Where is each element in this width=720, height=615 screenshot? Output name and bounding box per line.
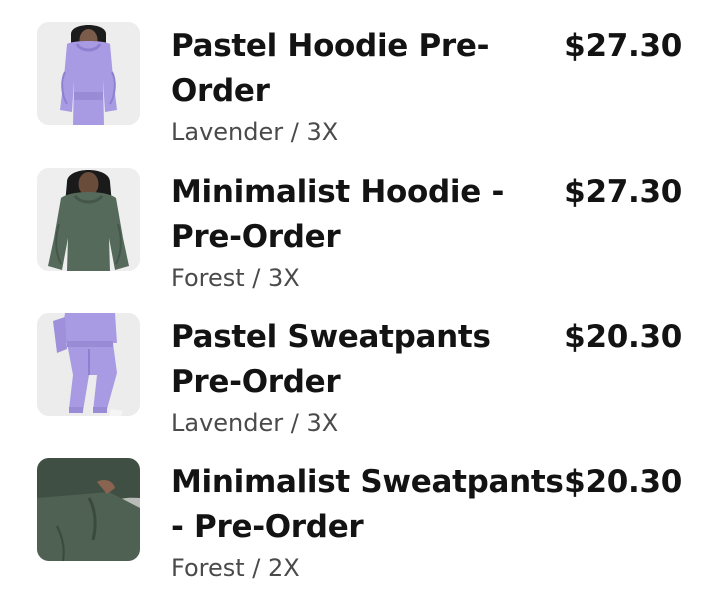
line-item-pastel-hoodie[interactable]: Pastel Hoodie Pre- Order Lavender / 3X $…: [0, 22, 720, 167]
product-variant: Lavender / 3X: [171, 118, 339, 146]
product-title-line-1: Pastel Hoodie Pre-: [171, 28, 490, 64]
product-title[interactable]: Minimalist Sweatpants - Pre-Order: [171, 460, 564, 550]
lavender-sweatpants-image[interactable]: [37, 313, 140, 416]
forest-hoodie-image[interactable]: [37, 168, 140, 271]
product-title[interactable]: Minimalist Hoodie - Pre-Order: [171, 170, 541, 260]
lavender-hoodie-image[interactable]: [37, 22, 140, 125]
lavender-hoodie-photo-icon: [37, 22, 140, 125]
product-variant: Forest / 3X: [171, 264, 300, 292]
line-item-pastel-sweatpants[interactable]: Pastel Sweatpants Pre-Order Lavender / 3…: [0, 313, 720, 458]
product-title-line-2: Pre-Order: [171, 364, 341, 400]
forest-hoodie-photo-icon: [37, 168, 140, 271]
product-title-line-2: Pre-Order: [171, 219, 341, 255]
product-price: $20.30: [564, 319, 682, 355]
forest-sweatpants-image[interactable]: [37, 458, 140, 561]
product-variant: Lavender / 3X: [171, 409, 339, 437]
product-variant: Forest / 2X: [171, 554, 300, 582]
product-title-line-1: Minimalist Sweatpants: [171, 464, 564, 500]
product-title[interactable]: Pastel Sweatpants Pre-Order: [171, 315, 541, 405]
product-price: $27.30: [564, 174, 682, 210]
line-item-minimalist-hoodie[interactable]: Minimalist Hoodie - Pre-Order Forest / 3…: [0, 168, 720, 313]
product-price: $27.30: [564, 28, 682, 64]
product-title-line-2: - Pre-Order: [171, 509, 364, 545]
forest-sweatpants-photo-icon: [37, 458, 140, 561]
product-price: $20.30: [564, 464, 682, 500]
product-title[interactable]: Pastel Hoodie Pre- Order: [171, 24, 541, 114]
order-summary-list: Pastel Hoodie Pre- Order Lavender / 3X $…: [0, 0, 720, 615]
lavender-sweatpants-photo-icon: [37, 313, 140, 416]
product-title-line-1: Minimalist Hoodie -: [171, 174, 505, 210]
product-title-line-2: Order: [171, 73, 270, 109]
product-title-line-1: Pastel Sweatpants: [171, 319, 491, 355]
line-item-minimalist-sweatpants[interactable]: Minimalist Sweatpants - Pre-Order Forest…: [0, 458, 720, 603]
